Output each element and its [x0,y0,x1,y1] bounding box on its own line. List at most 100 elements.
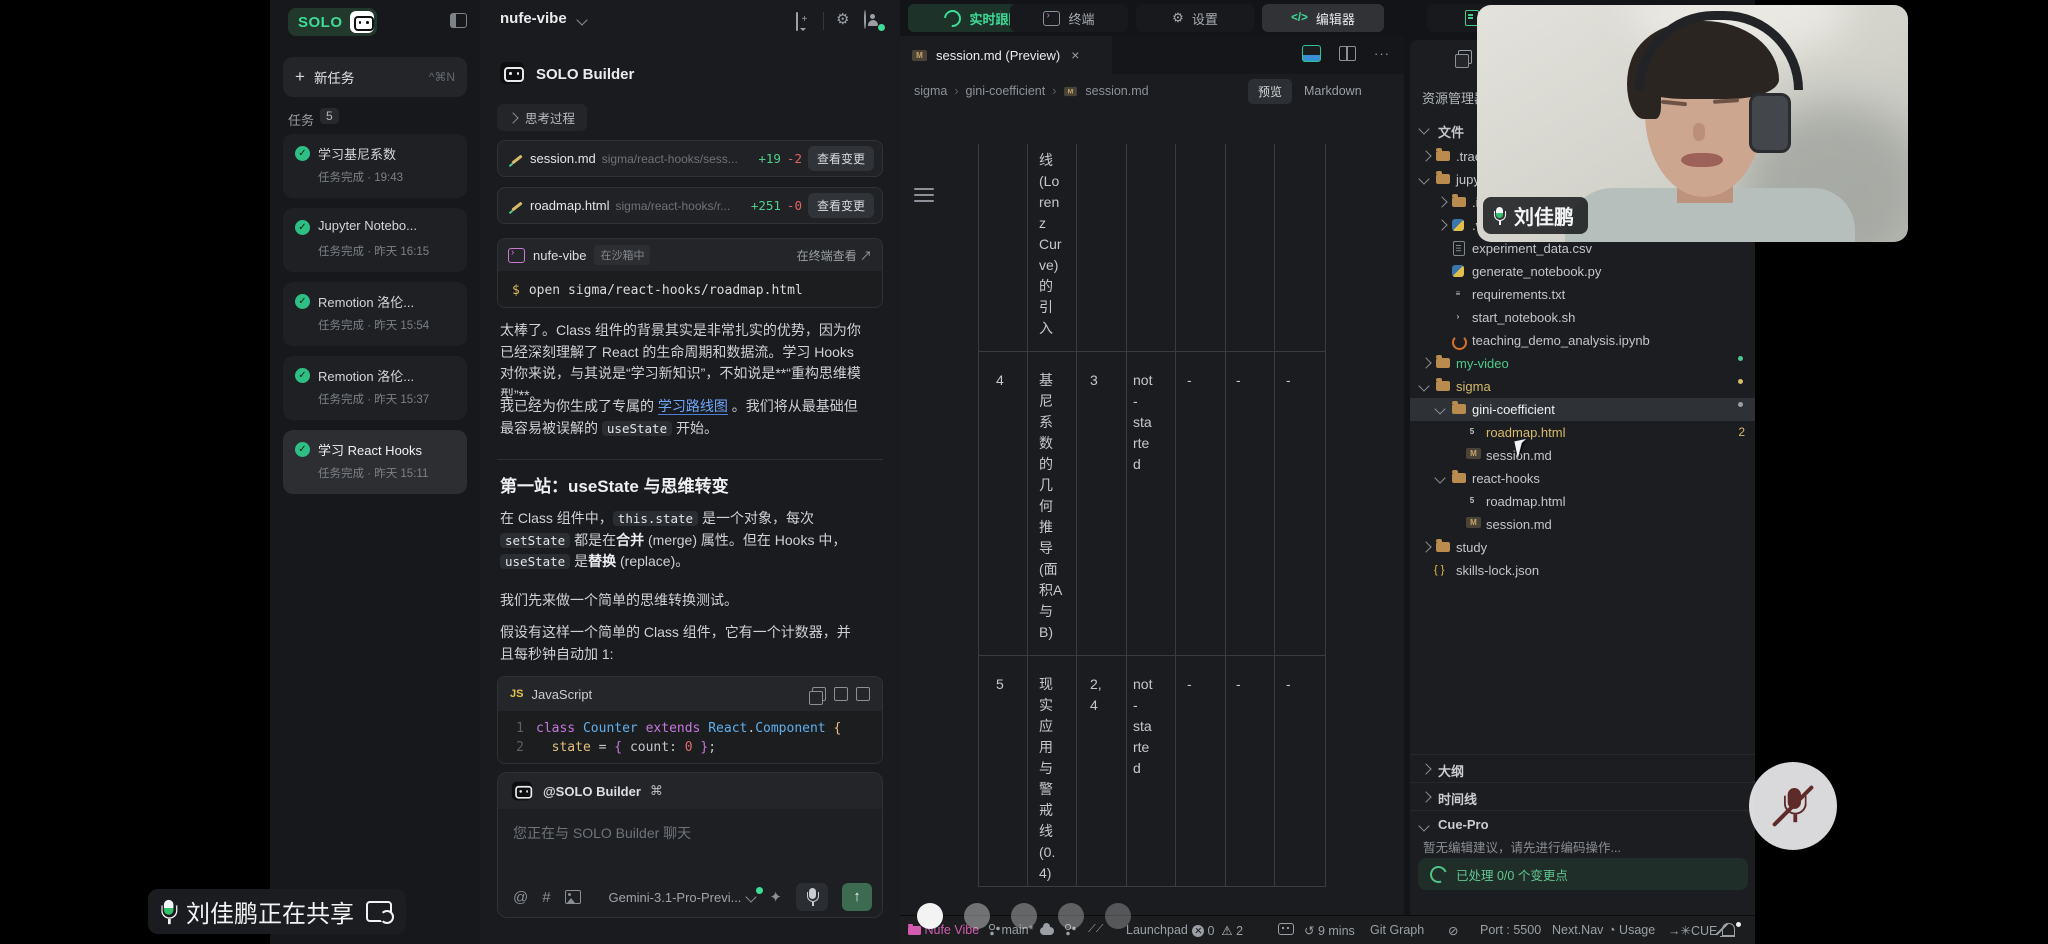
tree-item[interactable]: 5roadmap.html [1410,490,1755,513]
task-item[interactable]: ✓ 学习基尼系数 任务完成 · 19:43 [283,134,467,198]
apply-file-icon[interactable] [856,687,870,701]
model-selector[interactable]: Gemini-3.1-Pro-Previ... [609,890,756,905]
task-title: Remotion 洛伦... [318,366,458,385]
session-time-item[interactable]: ↺ 9 mins [1304,923,1355,938]
tree-item[interactable]: ≡requirements.txt [1410,283,1755,306]
task-done-icon: ✓ [295,294,310,309]
tree-item[interactable]: { }skills-lock.json [1410,559,1755,582]
table-cell: 4 [996,370,1004,391]
tree-item-selected[interactable]: gini-coefficient [1410,398,1755,421]
table-cell: 线 (Lo ren z Cur ve) 的 引 入 [1039,150,1062,339]
chat-input-placeholder[interactable]: 您正在与 SOLO Builder 聊天 [513,823,691,843]
cue-item[interactable]: →✳CUE [1668,923,1717,938]
solo-mode-badge[interactable]: SOLO [288,8,377,36]
task-item-selected[interactable]: ✓ 学习 React Hooks 任务完成 · 昨天 15:11 [283,430,467,494]
tree-item[interactable]: generate_notebook.py [1410,260,1755,283]
breadcrumb-sigma[interactable]: sigma [914,84,947,98]
image-attach-icon[interactable] [565,890,581,904]
overlay-dot [1011,903,1037,929]
open-preview-icon[interactable] [1302,45,1321,62]
tree-item[interactable]: Msession.md [1410,444,1755,467]
sidebar-toggle-icon[interactable] [450,13,467,28]
preview-toggle-button[interactable]: 预览 [1248,79,1292,104]
menu-icon[interactable] [914,188,934,202]
breadcrumb[interactable]: sigma › gini-coefficient › M session.md … [900,74,1404,108]
roadmap-link[interactable]: 学习路线图 [658,398,728,415]
breadcrumb-gini[interactable]: gini-coefficient [966,84,1046,98]
folder-icon [1452,197,1466,207]
tree-item[interactable]: react-hooks [1410,467,1755,490]
view-changes-button[interactable]: 查看变更 [808,146,874,171]
mic-muted-button[interactable] [1749,762,1837,850]
sandbox-badge: 在沙箱中 [594,245,650,265]
editor-tabstrip: M session.md (Preview) × ··· [900,36,1404,74]
copy-icon[interactable] [812,687,826,701]
prohibit-item[interactable]: ⊘ [1448,923,1458,938]
git-graph-item[interactable]: Git Graph [1370,923,1424,937]
tree-item[interactable]: study [1410,536,1755,559]
overlay-dot [917,903,943,929]
more-actions-icon[interactable]: ··· [1374,46,1390,61]
breadcrumb-sep: › [954,84,958,98]
context-icon[interactable]: # [542,889,550,906]
tree-item[interactable]: sigma [1410,375,1755,398]
port-item[interactable]: Port : 5500 [1480,923,1541,937]
lines-added: +251 [751,198,781,213]
insert-terminal-icon[interactable] [834,687,848,701]
task-item[interactable]: ✓ Remotion 洛伦... 任务完成 · 昨天 15:37 [283,356,467,420]
tree-item[interactable]: my-video [1410,352,1755,375]
tree-item[interactable]: ›start_notebook.sh [1410,306,1755,329]
close-icon[interactable]: × [1071,47,1079,63]
split-editor-icon[interactable] [1339,46,1356,61]
file-change-card[interactable]: roadmap.html sigma/react-hooks/r... +251… [497,187,883,224]
voice-input-button[interactable] [796,883,828,911]
tree-item[interactable]: 5roadmap.html2 [1410,421,1755,444]
project-selector[interactable]: nufe-vibe [500,10,567,27]
sync-item[interactable] [1040,923,1054,937]
thinking-process-toggle[interactable]: 思考过程 [497,104,587,131]
markdown-preview[interactable]: 线 (Lo ren z Cur ve) 的 引 入 4 基 尼 系 数 的 几 … [900,144,1404,915]
outline-section[interactable]: 大纲 [1410,754,1755,781]
webcam-name-tag: 刘佳鹏 [1483,197,1588,234]
sparkle-icon[interactable]: ✦ [769,888,782,906]
account-avatar[interactable] [864,11,866,29]
usage-item[interactable]: ◔ Usage [1608,923,1655,937]
notifications-item[interactable] [1722,923,1735,937]
problems-item[interactable]: 0 ⚠ 2 [1192,923,1243,938]
view-changes-button[interactable]: 查看变更 [808,193,874,218]
tab-editor[interactable]: </>编辑器 [1262,4,1384,32]
open-in-terminal-link[interactable]: 在终端查看 ↗ [797,247,872,264]
chat-input-card[interactable]: @SOLO Builder ⌘ 您正在与 SOLO Builder 聊天 @ #… [497,772,883,918]
cuepro-hint: 暂无编辑建议，请先进行编码操作... [1423,837,1621,856]
table-cell: - [1187,370,1192,391]
python-icon [1452,265,1464,277]
cuepro-section[interactable]: Cue-Pro [1410,810,1755,837]
breadcrumb-file[interactable]: session.md [1085,84,1148,98]
nextnav-item[interactable]: Next.Nav [1552,923,1603,937]
overlay-dot [964,903,990,929]
timeline-section[interactable]: 时间线 [1410,782,1755,809]
gear-icon[interactable]: ⚙ [836,10,849,28]
editors-copy-icon[interactable] [1458,50,1472,64]
tree-item[interactable]: Msession.md [1410,513,1755,536]
task-item[interactable]: ✓ Jupyter Notebo... 任务完成 · 昨天 16:15 [283,208,467,272]
mention-icon[interactable]: @ [513,889,528,906]
table-cell: 基 尼 系 数 的 几 何 推 导 (面 积A 与 B) [1039,370,1062,643]
tab-terminal[interactable]: 终端 [1010,4,1128,32]
new-task-button[interactable]: + 新任务 ^⌘N [283,57,467,97]
file-change-card[interactable]: session.md sigma/react-hooks/sess... +19… [497,140,883,177]
new-chat-icon[interactable]: + [796,13,798,30]
tree-item[interactable]: teaching_demo_analysis.ipynb [1410,329,1755,352]
errors-icon [1192,925,1204,937]
webcam-video[interactable]: 刘佳鹏 [1477,5,1908,242]
terminal-card[interactable]: nufe-vibe 在沙箱中 在终端查看 ↗ $ open sigma/reac… [497,238,883,308]
task-item[interactable]: ✓ Remotion 洛伦... 任务完成 · 昨天 15:54 [283,282,467,346]
launchpad-item[interactable]: Launchpad [1126,923,1188,937]
cue-icon: →✳ [1668,924,1691,938]
tab-settings[interactable]: ⚙设置 [1136,4,1254,32]
stop-share-icon[interactable] [366,901,392,922]
rocket-icons[interactable]: ⟋⟋ [1088,923,1103,936]
agent-item[interactable] [1278,923,1294,937]
send-button[interactable]: ↑ [842,883,872,911]
file-tab-session-md[interactable]: M session.md (Preview) × [900,36,1112,74]
